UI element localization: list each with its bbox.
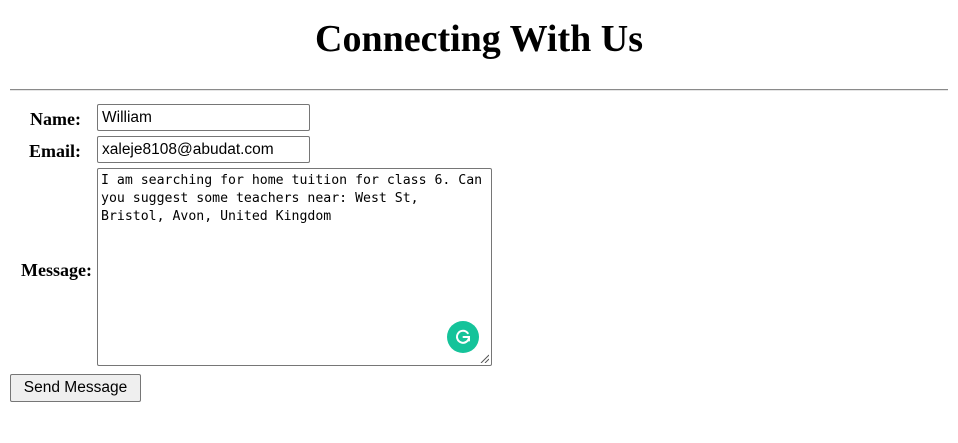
- page-title: Connecting With Us: [315, 18, 643, 60]
- message-label: Message:: [21, 260, 92, 280]
- name-input[interactable]: [97, 104, 310, 131]
- email-label: Email:: [29, 141, 81, 161]
- email-input[interactable]: [97, 136, 310, 163]
- contact-page: Connecting With Us Name: Email: Message:…: [0, 0, 958, 443]
- message-textarea[interactable]: I am searching for home tuition for clas…: [97, 168, 492, 366]
- message-field-container: I am searching for home tuition for clas…: [97, 168, 492, 366]
- send-message-button[interactable]: Send Message: [10, 374, 141, 402]
- name-label: Name:: [30, 109, 81, 129]
- resize-handle-icon[interactable]: [479, 353, 489, 363]
- horizontal-rule: [10, 89, 948, 91]
- grammarly-icon[interactable]: [447, 321, 479, 353]
